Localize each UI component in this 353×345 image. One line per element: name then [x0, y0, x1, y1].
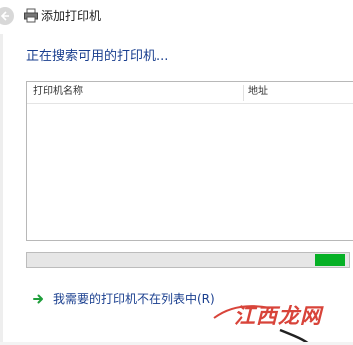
- printer-not-listed-link[interactable]: 我需要的打印机不在列表中(R): [33, 290, 215, 308]
- back-button[interactable]: [0, 7, 14, 25]
- searching-status: 正在搜索可用的打印机...: [26, 49, 169, 64]
- search-progress-bar: [26, 252, 350, 268]
- printer-not-listed-label: 我需要的打印机不在列表中(R): [53, 292, 215, 306]
- window-title: 添加打印机: [41, 9, 102, 23]
- add-printer-window: 添加打印机 正在搜索可用的打印机... 打印机名称 地址 我需要的打印机不在列表…: [0, 0, 353, 345]
- printer-list[interactable]: 打印机名称 地址: [26, 81, 353, 241]
- watermark-logo: 江西龙网: [210, 298, 330, 345]
- column-divider[interactable]: [243, 85, 244, 101]
- column-header-printer-name[interactable]: 打印机名称: [33, 85, 83, 99]
- printer-icon: [24, 8, 38, 23]
- left-edge: [0, 34, 3, 345]
- column-header-address[interactable]: 地址: [248, 85, 268, 99]
- back-arrow-icon: [0, 11, 9, 21]
- watermark-text: 江西龙网: [234, 304, 322, 328]
- title-bar: 添加打印机: [0, 0, 353, 34]
- list-header: 打印机名称 地址: [27, 82, 353, 104]
- progress-indicator: [315, 254, 345, 266]
- green-arrow-icon: [33, 294, 43, 304]
